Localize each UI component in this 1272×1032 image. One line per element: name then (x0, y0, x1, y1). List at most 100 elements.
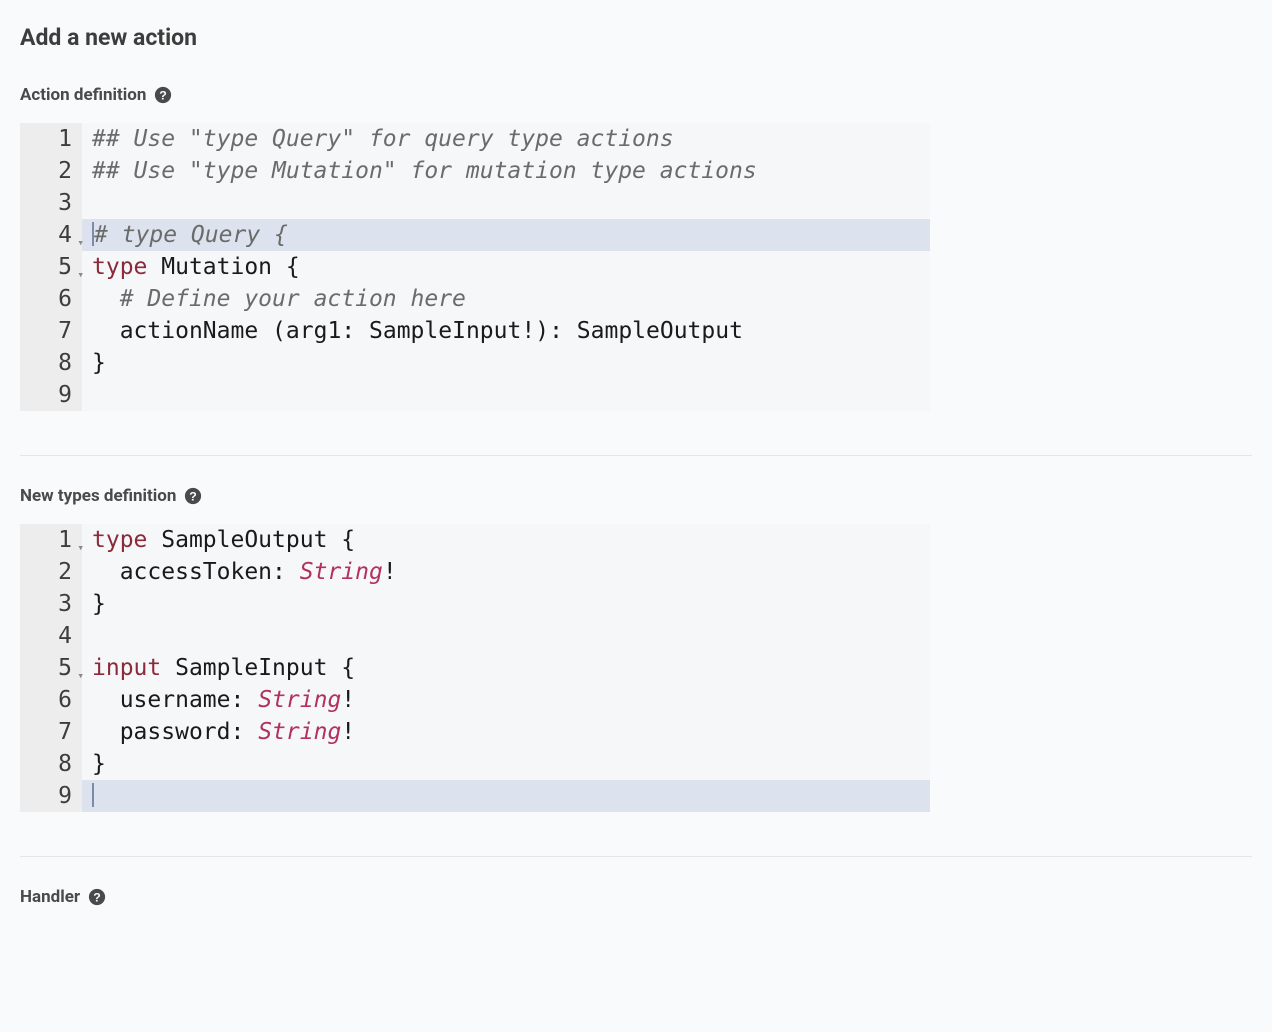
code-token: : (341, 318, 355, 344)
new-types-definition-label-text: New types definition (20, 486, 176, 506)
code-token (244, 687, 258, 713)
code-token: input (92, 655, 161, 681)
code-token: String (300, 559, 383, 585)
code-token (92, 286, 120, 312)
action-definition-editor[interactable]: 1234▾5▾6789 ## Use "type Query" for quer… (20, 123, 930, 411)
line-number: 5▾ (20, 251, 82, 283)
code-token: Mutation (161, 254, 272, 280)
code-line[interactable] (82, 620, 930, 652)
svg-text:?: ? (190, 490, 198, 504)
code-token: ) (535, 318, 549, 344)
page-title: Add a new action (20, 24, 1252, 51)
handler-label-text: Handler (20, 887, 80, 907)
code-token: ( (272, 318, 286, 344)
code-line[interactable]: ## Use "type Mutation" for mutation type… (82, 155, 930, 187)
new-types-definition-label: New types definition ? (20, 486, 1252, 506)
help-icon[interactable]: ? (184, 487, 202, 505)
new-types-definition-editor[interactable]: 1▾2345▾6789 type SampleOutput { accessTo… (20, 524, 930, 812)
code-token (327, 527, 341, 553)
code-token: } (92, 350, 106, 376)
editor-gutter: 1▾2345▾6789 (20, 524, 82, 812)
action-definition-label-text: Action definition (20, 85, 146, 105)
code-token: : (230, 687, 244, 713)
cursor (92, 783, 94, 807)
line-number: 6 (20, 684, 82, 716)
line-number: 9 (20, 379, 82, 411)
code-token (161, 655, 175, 681)
code-line[interactable] (82, 379, 930, 411)
code-token: type (92, 527, 147, 553)
code-token: ! (341, 719, 355, 745)
line-number: 2 (20, 155, 82, 187)
code-token: : (230, 719, 244, 745)
code-line[interactable]: type SampleOutput { (82, 524, 930, 556)
code-token (327, 655, 341, 681)
code-token (92, 719, 120, 745)
svg-text:?: ? (93, 891, 101, 905)
code-token (92, 318, 120, 344)
line-number: 2 (20, 556, 82, 588)
line-number: 7 (20, 716, 82, 748)
code-token: } (92, 751, 106, 777)
code-token: ! (383, 559, 397, 585)
code-token: SampleInput (369, 318, 521, 344)
code-token: accessToken (120, 559, 272, 585)
code-line[interactable]: } (82, 347, 930, 379)
code-token (92, 559, 120, 585)
code-token (272, 254, 286, 280)
editor-body[interactable]: type SampleOutput { accessToken: String!… (82, 524, 930, 812)
code-token (355, 318, 369, 344)
code-line[interactable]: actionName (arg1: SampleInput!): SampleO… (82, 315, 930, 347)
code-token: : (272, 559, 286, 585)
code-line[interactable]: } (82, 748, 930, 780)
section-divider (20, 856, 1252, 857)
code-line[interactable]: type Mutation { (82, 251, 930, 283)
svg-text:?: ? (160, 89, 168, 103)
code-token (92, 687, 120, 713)
code-line[interactable]: input SampleInput { (82, 652, 930, 684)
code-token (563, 318, 577, 344)
code-token: { (286, 254, 300, 280)
code-line[interactable]: ## Use "type Query" for query type actio… (82, 123, 930, 155)
code-token: # Define your action here (120, 286, 466, 312)
line-number: 5▾ (20, 652, 82, 684)
code-line[interactable]: username: String! (82, 684, 930, 716)
editor-body[interactable]: ## Use "type Query" for query type actio… (82, 123, 930, 411)
code-token: password (120, 719, 231, 745)
line-number: 3 (20, 588, 82, 620)
code-token: } (92, 591, 106, 617)
code-line[interactable] (82, 187, 930, 219)
line-number: 8 (20, 347, 82, 379)
help-icon[interactable]: ? (88, 888, 106, 906)
code-token: ! (341, 687, 355, 713)
line-number: 4▾ (20, 219, 82, 251)
code-line[interactable]: password: String! (82, 716, 930, 748)
code-line[interactable]: # Define your action here (82, 283, 930, 315)
code-token: SampleOutput (161, 527, 327, 553)
code-line[interactable] (82, 780, 930, 812)
code-token: ! (521, 318, 535, 344)
line-number: 1 (20, 123, 82, 155)
code-token: arg1 (286, 318, 341, 344)
line-number: 6 (20, 283, 82, 315)
code-token (286, 559, 300, 585)
line-number: 3 (20, 187, 82, 219)
code-token: { (341, 527, 355, 553)
code-line[interactable]: accessToken: String! (82, 556, 930, 588)
code-line[interactable]: } (82, 588, 930, 620)
code-token (244, 719, 258, 745)
line-number: 8 (20, 748, 82, 780)
help-icon[interactable]: ? (154, 86, 172, 104)
code-token: SampleInput (175, 655, 327, 681)
section-divider (20, 455, 1252, 456)
action-definition-label: Action definition ? (20, 85, 1252, 105)
code-line[interactable]: # type Query { (82, 219, 930, 251)
code-token: # type Query { (94, 222, 288, 248)
code-token: ## Use "type Query" for query type actio… (92, 126, 674, 152)
code-token (258, 318, 272, 344)
code-token (147, 527, 161, 553)
code-token: : (549, 318, 563, 344)
code-token: type (92, 254, 147, 280)
code-token: actionName (120, 318, 258, 344)
line-number: 7 (20, 315, 82, 347)
